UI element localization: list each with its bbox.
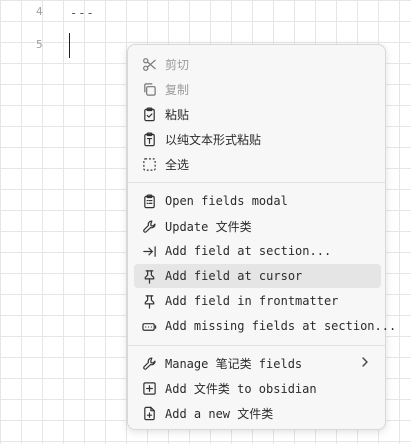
menu-item-label: 粘贴 [165, 107, 190, 122]
menu-item-label: Add a new 文件类 [165, 406, 274, 421]
menu-item-add-missing-fields-at-section[interactable]: Add missing fields at section... [134, 314, 396, 338]
pin-icon [141, 268, 157, 284]
menu-item-label: Update 文件类 [165, 219, 252, 234]
menu-item-paste-plain-text[interactable]: 以纯文本形式粘贴 [134, 127, 381, 151]
menu-item-label: Add field at cursor [165, 269, 303, 283]
menu-item-label: Add field in frontmatter [165, 294, 339, 308]
menu-separator [128, 345, 385, 346]
clipboard-list-icon [141, 193, 157, 209]
menu-item-label: Add 文件类 to obsidian [165, 381, 317, 396]
wrench-icon [141, 355, 157, 371]
menu-item-update-fileclass[interactable]: Update 文件类 [134, 214, 381, 238]
select-all-icon [141, 156, 157, 172]
copy-icon [141, 81, 157, 97]
context-menu: 剪切 复制 粘贴 以纯文本形式粘贴 全选 Open fields modal U… [127, 44, 396, 430]
pin-icon [141, 293, 157, 309]
text-cursor [69, 33, 70, 58]
battery-plus-icon [141, 318, 157, 334]
plus-square-icon [141, 380, 157, 396]
menu-item-select-all[interactable]: 全选 [134, 152, 381, 176]
wrench-icon [141, 218, 157, 234]
menu-item-label: 全选 [165, 157, 190, 172]
line-number: 4 [36, 5, 43, 18]
menu-item-label: Open fields modal [165, 194, 288, 208]
menu-item-add-field-at-section[interactable]: Add field at section... [134, 239, 381, 263]
menu-item-label: 以纯文本形式粘贴 [165, 132, 262, 147]
clipboard-type-icon [141, 131, 157, 147]
frontmatter-delimiter: --- [70, 6, 95, 20]
menu-item-manage-fields[interactable]: Manage 笔记类 fields [134, 351, 381, 375]
menu-item-label: Add missing fields at section... [165, 319, 397, 333]
menu-item-add-new-fileclass[interactable]: Add a new 文件类 [134, 401, 381, 425]
menu-separator [128, 182, 385, 183]
menu-item-label: Manage 笔记类 fields [165, 356, 303, 371]
clipboard-check-icon [141, 106, 157, 122]
line-number: 5 [36, 38, 43, 51]
menu-item-add-field-at-cursor[interactable]: Add field at cursor [134, 264, 381, 288]
menu-item-copy[interactable]: 复制 [134, 77, 381, 101]
menu-item-cut[interactable]: 剪切 [134, 52, 381, 76]
menu-item-open-fields-modal[interactable]: Open fields modal [134, 189, 381, 213]
chevron-right-icon [362, 357, 368, 367]
menu-item-add-field-in-frontmatter[interactable]: Add field in frontmatter [134, 289, 381, 313]
arrow-right-to-line-icon [141, 243, 157, 259]
file-plus-icon [141, 405, 157, 421]
menu-item-add-fileclass-to-obsidian[interactable]: Add 文件类 to obsidian [134, 376, 381, 400]
menu-item-label: Add field at section... [165, 244, 332, 258]
menu-item-paste[interactable]: 粘贴 [134, 102, 381, 126]
menu-item-label: 剪切 [165, 57, 190, 72]
scissors-icon [141, 56, 157, 72]
menu-item-label: 复制 [165, 82, 190, 97]
